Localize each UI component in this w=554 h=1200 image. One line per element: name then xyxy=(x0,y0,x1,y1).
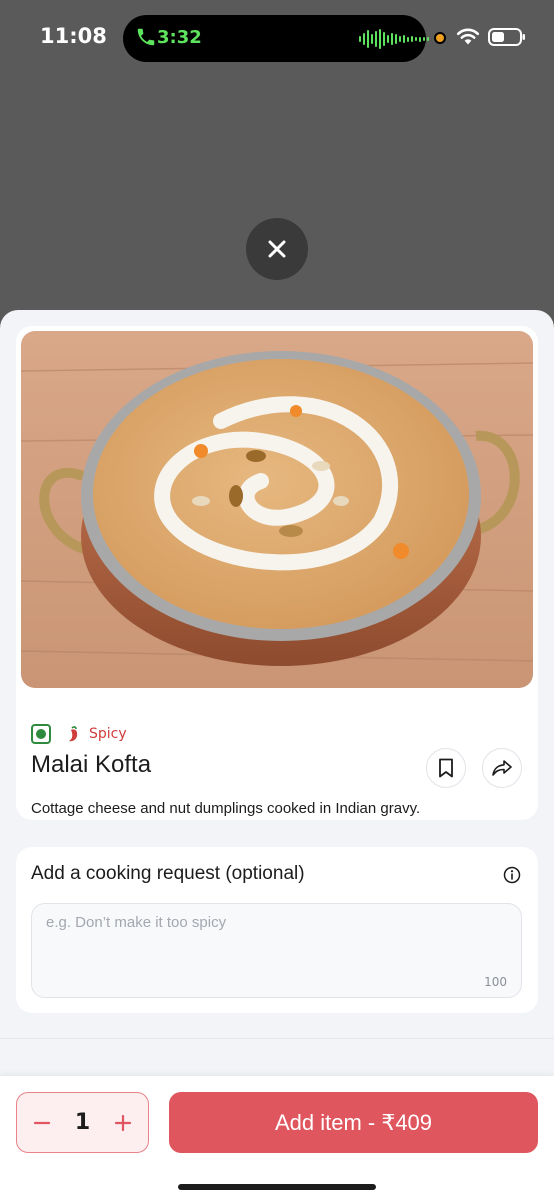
home-indicator xyxy=(178,1184,376,1190)
cooking-request-input[interactable] xyxy=(32,904,521,997)
battery-icon xyxy=(488,28,525,46)
item-card: Spicy Malai Kofta Cottage cheese and nut… xyxy=(16,326,538,820)
cooking-request-title: Add a cooking request (optional) xyxy=(31,863,305,884)
dish-image xyxy=(21,331,533,688)
spicy-label: Spicy xyxy=(89,726,127,742)
dish-name: Malai Kofta xyxy=(31,751,152,778)
cooking-request-card: Add a cooking request (optional) 100 xyxy=(16,847,538,1013)
item-tags: Spicy xyxy=(31,724,127,744)
quantity-stepper: 1 xyxy=(16,1092,149,1153)
call-timer: 3:32 xyxy=(157,27,202,48)
add-item-button[interactable]: Add item - ₹409 xyxy=(169,1092,538,1153)
close-button[interactable] xyxy=(246,218,308,280)
close-icon xyxy=(268,240,286,258)
share-button[interactable] xyxy=(482,748,522,788)
decrease-button[interactable] xyxy=(31,1112,53,1134)
divider xyxy=(0,1038,554,1039)
bookmark-icon xyxy=(439,758,453,778)
cooking-request-box: 100 xyxy=(31,903,522,998)
wifi-icon xyxy=(456,28,480,45)
info-icon[interactable] xyxy=(503,866,521,884)
status-bar: 11:08 3:32 xyxy=(0,0,554,76)
dynamic-island[interactable]: 3:32 xyxy=(123,15,429,62)
bookmark-button[interactable] xyxy=(426,748,466,788)
chili-icon xyxy=(69,726,78,742)
minus-icon xyxy=(33,1121,51,1124)
waveform-icon xyxy=(359,29,429,49)
plus-icon xyxy=(114,1114,132,1131)
status-time: 11:08 xyxy=(40,24,107,48)
veg-icon xyxy=(31,724,51,744)
share-icon xyxy=(492,760,512,776)
item-details-sheet: Spicy Malai Kofta Cottage cheese and nut… xyxy=(0,310,554,1200)
recording-indicator xyxy=(434,32,446,44)
char-limit: 100 xyxy=(484,975,507,989)
phone-icon xyxy=(137,28,155,46)
quantity-value: 1 xyxy=(74,1110,91,1135)
increase-button[interactable] xyxy=(112,1112,134,1134)
bottom-bar: 1 Add item - ₹409 xyxy=(0,1076,554,1200)
dish-description: Cottage cheese and nut dumplings cooked … xyxy=(31,800,421,817)
